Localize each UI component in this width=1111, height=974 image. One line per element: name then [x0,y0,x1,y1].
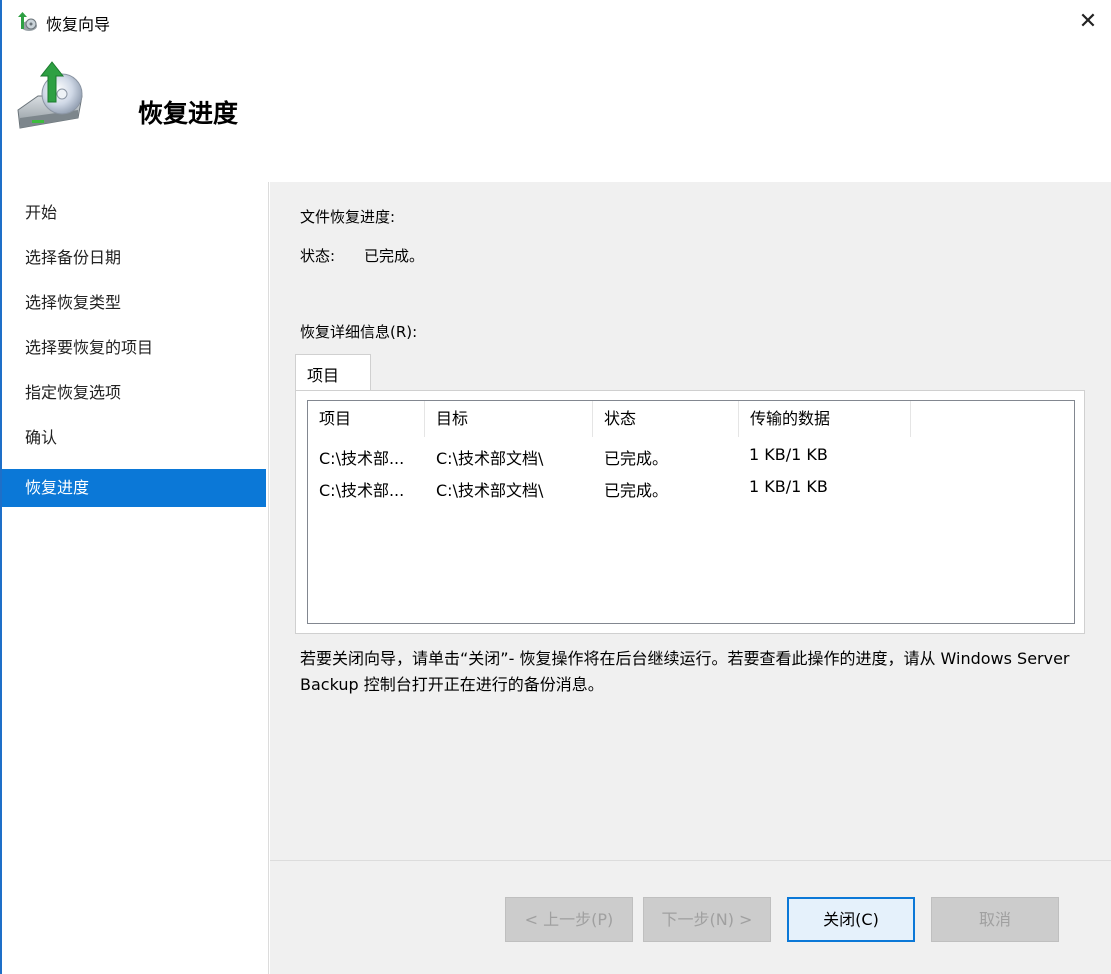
step-select-recovery-type[interactable]: 选择恢复类型 [2,284,266,322]
column-header-transferred[interactable]: 传输的数据 [739,401,911,437]
row-target: C:\技术部文档\ [436,481,544,500]
step-start[interactable]: 开始 [2,194,266,232]
previous-button[interactable]: < 上一步(P) [505,897,633,942]
wizard-steps-sidebar: 开始 选择备份日期 选择恢复类型 选择要恢复的项目 指定恢复选项 确认 恢复进度 [2,182,269,974]
recovery-wizard-window: 恢复向导 ✕ 恢复进度 开始 选择备份日期 选择恢复类型 选择要恢复的项目 指定… [0,0,1111,974]
row-status: 已完成。 [604,449,669,468]
row-item: C:\技术部... [319,449,405,468]
status-label: 状态: [300,247,336,265]
page-title: 恢复进度 [138,99,239,128]
tab-items[interactable]: 项目 [295,354,371,391]
recovery-items-list[interactable]: 项目 目标 状态 传输的数据 C:\技术部... C:\技术部文档\ 已完成。 … [307,400,1075,624]
wizard-header: 恢复进度 [2,44,1111,182]
close-wizard-note: 若要关闭向导，请单击“关闭”- 恢复操作将在后台继续运行。若要查看此操作的进度，… [300,649,1070,694]
step-recovery-options[interactable]: 指定恢复选项 [2,374,266,412]
details-label: 恢复详细信息(R): [300,323,418,341]
wizard-footer: < 上一步(P) 下一步(N) > 关闭(C) 取消 [270,860,1111,974]
progress-title: 文件恢复进度: [300,208,396,226]
row-status: 已完成。 [604,481,669,500]
column-header-item[interactable]: 项目 [308,401,425,437]
step-recovery-progress[interactable]: 恢复进度 [2,469,266,507]
step-select-backup-date[interactable]: 选择备份日期 [2,239,266,277]
cancel-button[interactable]: 取消 [931,897,1059,942]
status-value: 已完成。 [364,247,425,265]
close-button[interactable]: 关闭(C) [787,897,915,942]
step-confirm[interactable]: 确认 [2,419,266,457]
row-item: C:\技术部... [319,481,405,500]
column-header-status[interactable]: 状态 [593,401,739,437]
main-content: 文件恢复进度: 状态: 已完成。 恢复详细信息(R): 项目 项目 目标 状态 … [270,182,1111,860]
window-title: 恢复向导 [46,15,111,34]
column-header-target[interactable]: 目标 [425,401,593,437]
title-bar: 恢复向导 ✕ [2,0,1111,44]
close-icon[interactable]: ✕ [1068,8,1108,36]
backup-wizard-icon [16,11,38,33]
next-button[interactable]: 下一步(N) > [643,897,771,942]
row-transferred: 1 KB/1 KB [749,445,828,464]
row-transferred: 1 KB/1 KB [749,477,828,496]
disk-restore-icon [12,56,90,134]
step-select-items[interactable]: 选择要恢复的项目 [2,329,266,367]
row-target: C:\技术部文档\ [436,449,544,468]
tab-panel-items: 项目 目标 状态 传输的数据 C:\技术部... C:\技术部文档\ 已完成。 … [295,390,1085,634]
